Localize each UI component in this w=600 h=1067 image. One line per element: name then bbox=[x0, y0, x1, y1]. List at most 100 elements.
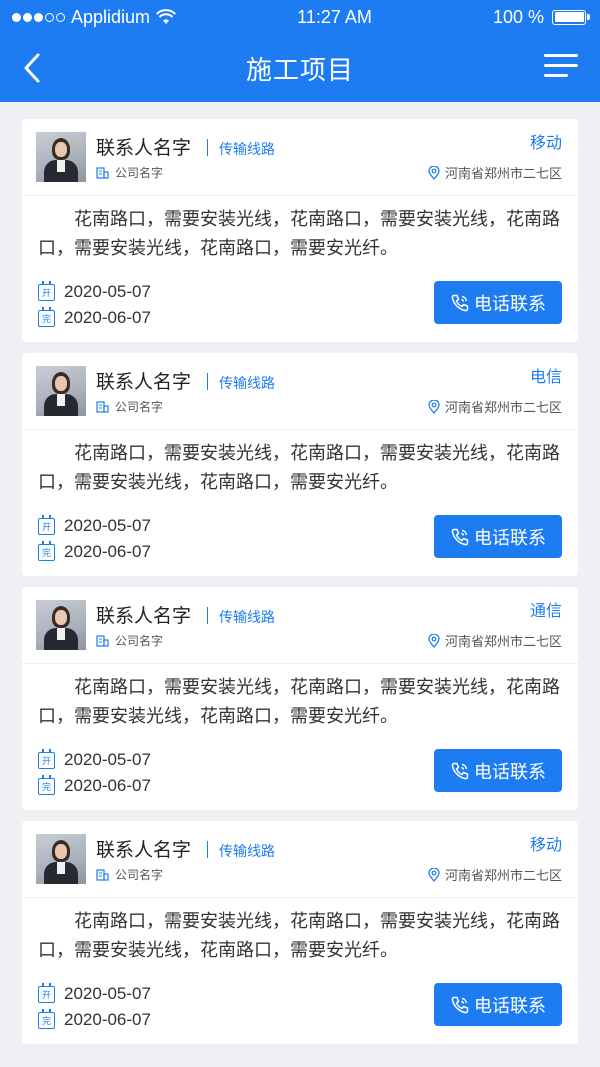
card-header: 联系人名字 传输线路 公司名字 移动 河南省郑州市二七区 bbox=[22, 119, 578, 196]
date-range: 开 2020-05-07 完 2020-06-07 bbox=[38, 747, 151, 799]
carrier-tag: 通信 bbox=[529, 601, 562, 620]
project-description: 花南路口，需要安装光线，花南路口，需要安装光线，花南路口，需要安装光线，花南路口… bbox=[38, 911, 560, 961]
building-icon bbox=[96, 167, 109, 179]
location: 河南省郑州市二七区 bbox=[428, 631, 562, 650]
chevron-left-icon bbox=[24, 53, 40, 83]
project-description: 花南路口，需要安装光线，花南路口，需要安装光线，花南路口，需要安装光线，花南路口… bbox=[38, 677, 560, 727]
calendar-start-icon: 开 bbox=[38, 748, 55, 769]
divider bbox=[207, 373, 208, 390]
project-card[interactable]: 联系人名字 传输线路 公司名字 移动 河南省郑州市二七区 花南路口，需要安装光线… bbox=[22, 119, 578, 342]
contact-name: 联系人名字 bbox=[96, 371, 192, 393]
avatar bbox=[36, 600, 86, 650]
project-description: 花南路口，需要安装光线，花南路口，需要安装光线，花南路口，需要安装光线，花南路口… bbox=[38, 209, 560, 259]
start-date-row: 开 2020-05-07 bbox=[38, 279, 151, 305]
company-name: 公司名字 bbox=[115, 634, 164, 648]
company-name: 公司名字 bbox=[115, 166, 164, 180]
project-card[interactable]: 联系人名字 传输线路 公司名字 移动 河南省郑州市二七区 花南路口，需要安装光线… bbox=[22, 821, 578, 1044]
app-header: Applidium 11:27 AM 100 % 施工项目 bbox=[0, 0, 600, 102]
contact-name: 联系人名字 bbox=[96, 605, 192, 627]
call-contact-button[interactable]: 电话联系 bbox=[434, 515, 562, 558]
end-date: 2020-06-07 bbox=[64, 1010, 151, 1029]
start-date-row: 开 2020-05-07 bbox=[38, 747, 151, 773]
carrier-name: Applidium bbox=[71, 6, 151, 27]
divider bbox=[207, 139, 208, 156]
end-date-row: 完 2020-06-07 bbox=[38, 305, 151, 331]
end-date-row: 完 2020-06-07 bbox=[38, 773, 151, 799]
calendar-end-icon: 完 bbox=[38, 1008, 55, 1029]
project-list: 联系人名字 传输线路 公司名字 移动 河南省郑州市二七区 花南路口，需要安装光线… bbox=[0, 102, 600, 1044]
location-pin-icon bbox=[428, 399, 440, 414]
battery-icon bbox=[552, 9, 590, 25]
start-date-row: 开 2020-05-07 bbox=[38, 513, 151, 539]
call-contact-button[interactable]: 电话联系 bbox=[434, 281, 562, 324]
call-button-label: 电话联系 bbox=[474, 761, 546, 783]
location-pin-icon bbox=[428, 165, 440, 180]
start-date: 2020-05-07 bbox=[64, 516, 151, 535]
company-name: 公司名字 bbox=[115, 400, 164, 414]
card-header: 联系人名字 传输线路 公司名字 电信 河南省郑州市二七区 bbox=[22, 353, 578, 430]
avatar bbox=[36, 366, 86, 416]
call-button-label: 电话联系 bbox=[474, 995, 546, 1017]
company: 公司名字 bbox=[96, 164, 163, 181]
card-header: 联系人名字 传输线路 公司名字 通信 河南省郑州市二七区 bbox=[22, 587, 578, 664]
line-type-tag: 传输线路 bbox=[219, 142, 275, 158]
project-card[interactable]: 联系人名字 传输线路 公司名字 通信 河南省郑州市二七区 花南路口，需要安装光线… bbox=[22, 587, 578, 810]
call-button-label: 电话联系 bbox=[474, 293, 546, 315]
avatar bbox=[36, 132, 86, 182]
avatar bbox=[36, 834, 86, 884]
location-text: 河南省郑州市二七区 bbox=[444, 401, 562, 416]
signal-strength-icon bbox=[12, 12, 65, 22]
location-text: 河南省郑州市二七区 bbox=[444, 635, 562, 650]
end-date: 2020-06-07 bbox=[64, 542, 151, 561]
calendar-start-icon: 开 bbox=[38, 280, 55, 301]
start-date: 2020-05-07 bbox=[64, 984, 151, 1003]
date-range: 开 2020-05-07 完 2020-06-07 bbox=[38, 513, 151, 565]
contact-name: 联系人名字 bbox=[96, 137, 192, 159]
end-date-row: 完 2020-06-07 bbox=[38, 539, 151, 565]
call-contact-button[interactable]: 电话联系 bbox=[434, 983, 562, 1026]
date-range: 开 2020-05-07 完 2020-06-07 bbox=[38, 279, 151, 331]
end-date-row: 完 2020-06-07 bbox=[38, 1007, 151, 1033]
navbar: 施工项目 bbox=[0, 34, 600, 102]
location: 河南省郑州市二七区 bbox=[428, 163, 562, 182]
building-icon bbox=[96, 869, 109, 881]
menu-button[interactable] bbox=[544, 54, 580, 82]
status-time: 11:27 AM bbox=[297, 6, 372, 27]
back-button[interactable] bbox=[14, 48, 50, 88]
phone-icon bbox=[451, 294, 469, 311]
location-pin-icon bbox=[428, 633, 440, 648]
line-type-tag: 传输线路 bbox=[219, 376, 275, 392]
date-range: 开 2020-05-07 完 2020-06-07 bbox=[38, 981, 151, 1033]
company: 公司名字 bbox=[96, 398, 163, 415]
location-text: 河南省郑州市二七区 bbox=[444, 167, 562, 182]
project-card[interactable]: 联系人名字 传输线路 公司名字 电信 河南省郑州市二七区 花南路口，需要安装光线… bbox=[22, 353, 578, 576]
location: 河南省郑州市二七区 bbox=[428, 865, 562, 884]
carrier-tag: 电信 bbox=[529, 367, 562, 386]
building-icon bbox=[96, 635, 109, 647]
calendar-end-icon: 完 bbox=[38, 774, 55, 795]
menu-icon bbox=[544, 54, 578, 57]
call-button-label: 电话联系 bbox=[474, 527, 546, 549]
contact-name: 联系人名字 bbox=[96, 839, 192, 861]
start-date: 2020-05-07 bbox=[64, 282, 151, 301]
divider bbox=[207, 607, 208, 624]
page-title: 施工项目 bbox=[245, 55, 354, 86]
end-date: 2020-06-07 bbox=[64, 308, 151, 327]
calendar-end-icon: 完 bbox=[38, 306, 55, 327]
building-icon bbox=[96, 401, 109, 413]
carrier-tag: 移动 bbox=[529, 835, 562, 854]
status-right: 100 % bbox=[493, 7, 590, 28]
status-left: Applidium bbox=[12, 7, 176, 28]
phone-icon bbox=[451, 762, 469, 779]
carrier-tag: 移动 bbox=[529, 133, 562, 152]
start-date: 2020-05-07 bbox=[64, 750, 151, 769]
phone-icon bbox=[451, 528, 469, 545]
status-bar: Applidium 11:27 AM 100 % bbox=[0, 0, 600, 34]
location-pin-icon bbox=[428, 867, 440, 882]
company: 公司名字 bbox=[96, 866, 163, 883]
location-text: 河南省郑州市二七区 bbox=[444, 869, 562, 884]
divider bbox=[207, 841, 208, 858]
calendar-start-icon: 开 bbox=[38, 982, 55, 1003]
call-contact-button[interactable]: 电话联系 bbox=[434, 749, 562, 792]
calendar-end-icon: 完 bbox=[38, 540, 55, 561]
